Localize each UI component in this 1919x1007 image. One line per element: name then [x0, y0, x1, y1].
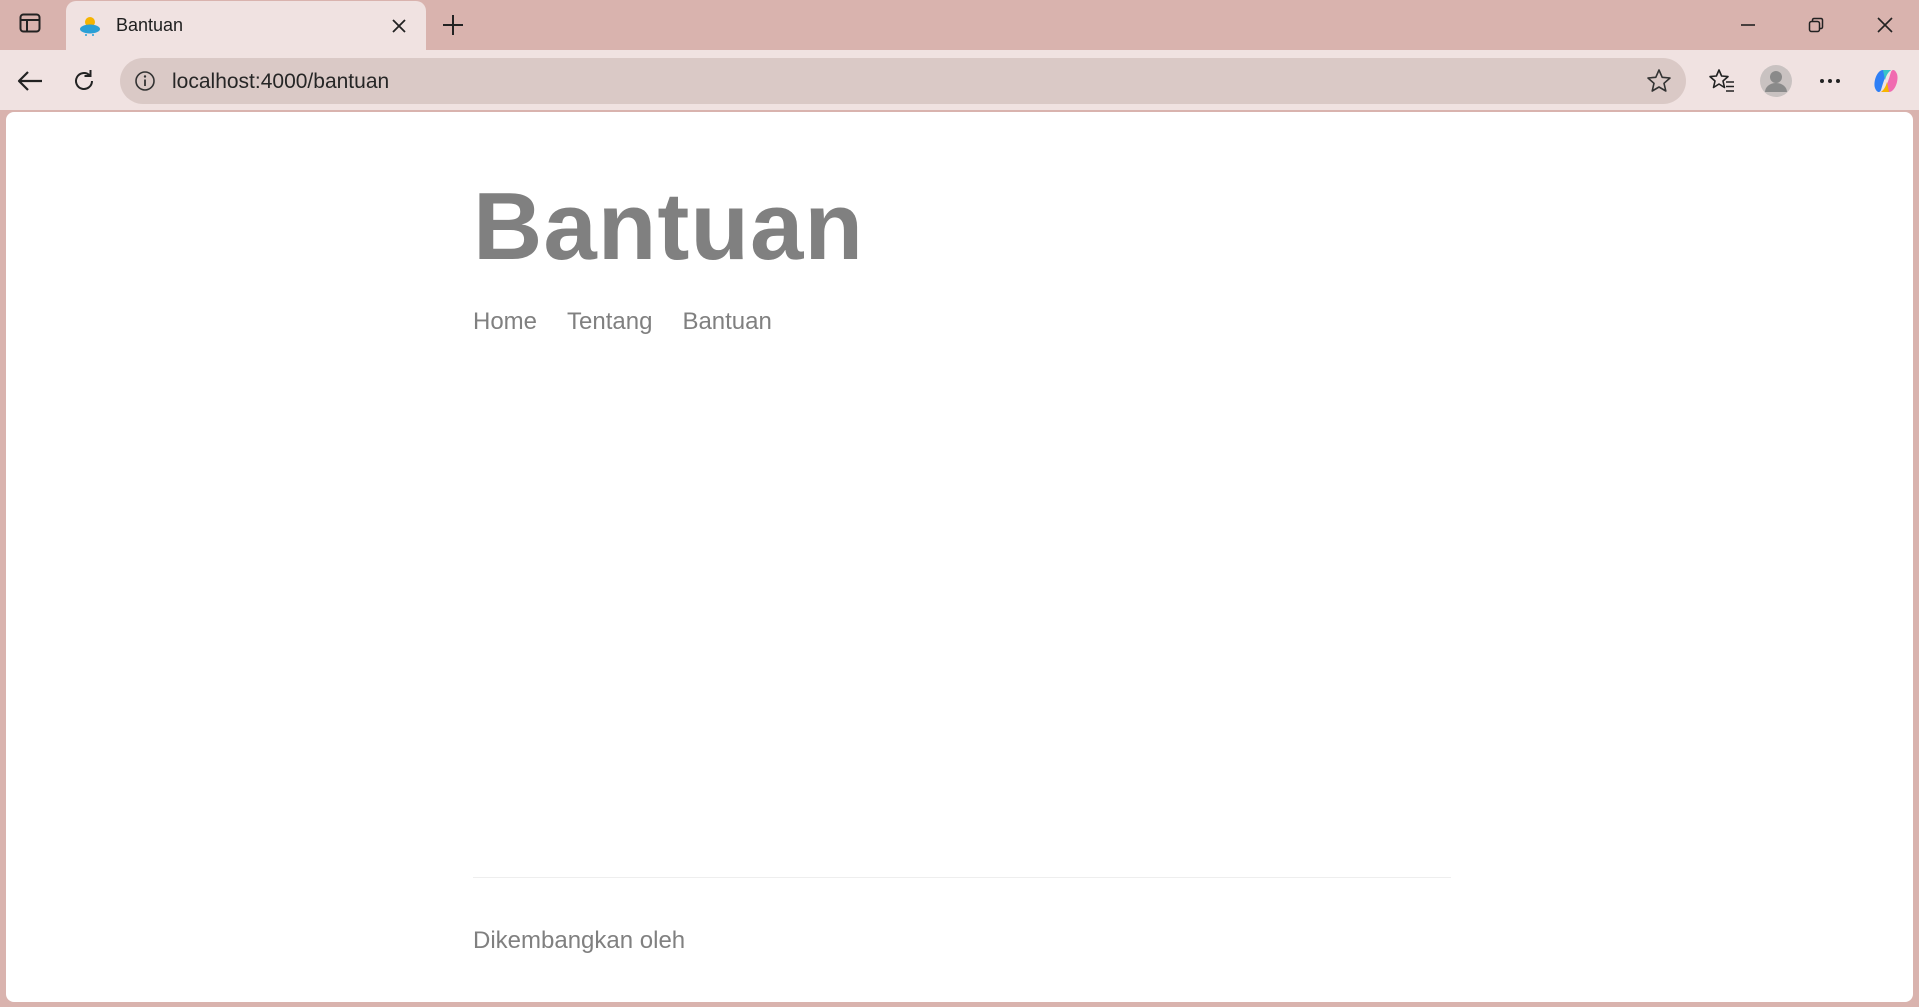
page-viewport: Bantuan Home Tentang Bantuan Dikembangka… [6, 112, 1913, 1002]
profile-button[interactable] [1756, 61, 1796, 101]
tab-actions-icon [19, 13, 41, 38]
restore-icon [1808, 17, 1824, 33]
minimize-button[interactable] [1714, 0, 1782, 50]
browser-toolbar: localhost:4000/bantuan [0, 50, 1919, 110]
copilot-button[interactable] [1866, 61, 1906, 101]
close-icon [1877, 17, 1893, 33]
browser-tab-active[interactable]: Bantuan [66, 1, 426, 51]
back-button[interactable] [10, 61, 50, 101]
close-window-button[interactable] [1851, 0, 1919, 50]
nav-link-home[interactable]: Home [473, 308, 537, 336]
site-info-button[interactable] [132, 68, 158, 94]
minimize-icon [1741, 24, 1755, 26]
address-bar[interactable]: localhost:4000/bantuan [120, 58, 1686, 104]
refresh-button[interactable] [64, 61, 104, 101]
footer-credit: Dikembangkan oleh [473, 927, 686, 954]
close-tab-button[interactable] [384, 11, 414, 41]
tab-title: Bantuan [116, 15, 184, 35]
more-button[interactable] [1810, 61, 1850, 101]
new-tab-button[interactable] [434, 6, 472, 44]
star-icon [1647, 69, 1671, 92]
main-nav: Home Tentang Bantuan [473, 308, 772, 336]
tab-actions-button[interactable] [10, 8, 50, 42]
favorites-icon [1709, 69, 1734, 92]
footer-divider [473, 877, 1451, 878]
tab-strip: Bantuan [0, 0, 1919, 51]
favorite-button[interactable] [1644, 66, 1674, 96]
nav-link-tentang[interactable]: Tentang [567, 308, 652, 336]
page-title: Bantuan [473, 173, 864, 280]
restore-button[interactable] [1782, 0, 1850, 50]
nav-link-bantuan[interactable]: Bantuan [682, 308, 771, 336]
profile-icon [1760, 65, 1792, 97]
more-icon [1820, 79, 1840, 83]
plus-icon [443, 15, 463, 35]
address-url[interactable]: localhost:4000/bantuan [172, 70, 389, 94]
favorites-button[interactable] [1702, 61, 1742, 101]
info-icon [135, 71, 155, 91]
close-icon [392, 19, 406, 33]
back-arrow-icon [17, 71, 42, 91]
copilot-icon [1874, 69, 1898, 93]
refresh-icon [75, 70, 93, 90]
weather-cloud-sun-icon [78, 14, 102, 38]
